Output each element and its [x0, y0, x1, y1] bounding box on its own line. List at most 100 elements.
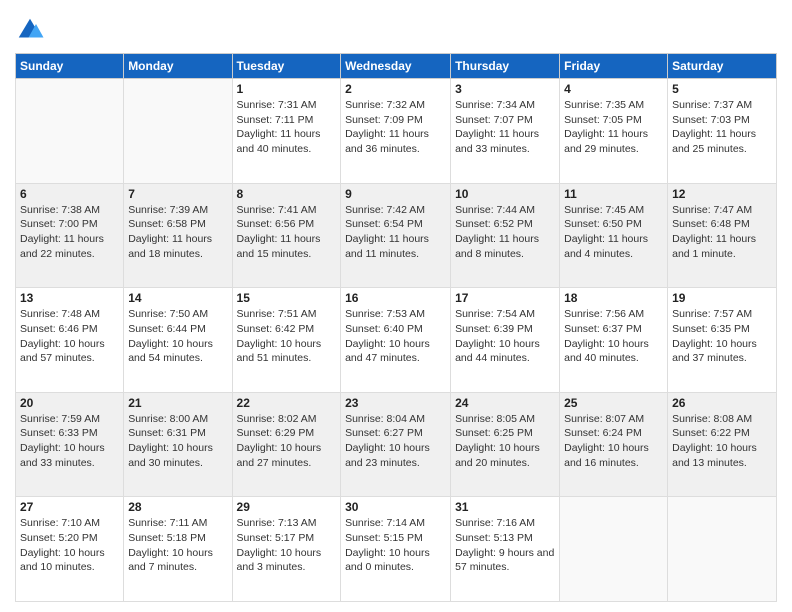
- day-number: 31: [455, 500, 555, 514]
- day-info: Sunrise: 7:48 AM Sunset: 6:46 PM Dayligh…: [20, 307, 119, 366]
- calendar-cell: 31 Sunrise: 7:16 AM Sunset: 5:13 PM Dayli…: [451, 497, 560, 602]
- day-info: Sunrise: 7:14 AM Sunset: 5:15 PM Dayligh…: [345, 516, 446, 575]
- day-info: Sunrise: 8:00 AM Sunset: 6:31 PM Dayligh…: [128, 412, 227, 471]
- calendar-cell: 12 Sunrise: 7:47 AM Sunset: 6:48 PM Dayli…: [668, 183, 777, 288]
- day-number: 14: [128, 291, 227, 305]
- calendar-cell: 10Sunrise: 7:44 AM Sunset: 6:52 PM Dayli…: [451, 183, 560, 288]
- day-info: Sunrise: 8:07 AM Sunset: 6:24 PM Dayligh…: [564, 412, 663, 471]
- day-number: 20: [20, 396, 119, 410]
- day-info: Sunrise: 7:13 AM Sunset: 5:17 PM Dayligh…: [237, 516, 337, 575]
- calendar-cell: [124, 79, 232, 184]
- day-number: 15: [237, 291, 337, 305]
- day-info: Sunrise: 8:02 AM Sunset: 6:29 PM Dayligh…: [237, 412, 337, 471]
- day-number: 2: [345, 82, 446, 96]
- day-number: 5: [672, 82, 772, 96]
- day-number: 11: [564, 187, 663, 201]
- day-info: Sunrise: 7:42 AM Sunset: 6:54 PM Dayligh…: [345, 203, 446, 262]
- day-info: Sunrise: 7:53 AM Sunset: 6:40 PM Dayligh…: [345, 307, 446, 366]
- calendar-cell: [560, 497, 668, 602]
- calendar-cell: 18Sunrise: 7:56 AM Sunset: 6:37 PM Dayli…: [560, 288, 668, 393]
- calendar-week-row: 27 Sunrise: 7:10 AM Sunset: 5:20 PM Dayli…: [16, 497, 777, 602]
- calendar-header-saturday: Saturday: [668, 54, 777, 79]
- calendar-cell: 26 Sunrise: 8:08 AM Sunset: 6:22 PM Dayli…: [668, 392, 777, 497]
- calendar-week-row: 20 Sunrise: 7:59 AM Sunset: 6:33 PM Dayli…: [16, 392, 777, 497]
- day-number: 27: [20, 500, 119, 514]
- day-number: 7: [128, 187, 227, 201]
- day-number: 19: [672, 291, 772, 305]
- day-number: 28: [128, 500, 227, 514]
- day-info: Sunrise: 8:04 AM Sunset: 6:27 PM Dayligh…: [345, 412, 446, 471]
- day-info: Sunrise: 7:47 AM Sunset: 6:48 PM Dayligh…: [672, 203, 772, 262]
- calendar-cell: 6 Sunrise: 7:38 AM Sunset: 7:00 PM Daylig…: [16, 183, 124, 288]
- calendar-cell: 2Sunrise: 7:32 AM Sunset: 7:09 PM Daylig…: [341, 79, 451, 184]
- day-number: 9: [345, 187, 446, 201]
- calendar-cell: 19 Sunrise: 7:57 AM Sunset: 6:35 PM Dayli…: [668, 288, 777, 393]
- calendar-header-thursday: Thursday: [451, 54, 560, 79]
- calendar-cell: 9 Sunrise: 7:42 AM Sunset: 6:54 PM Daylig…: [341, 183, 451, 288]
- calendar-header-sunday: Sunday: [16, 54, 124, 79]
- page-container: SundayMondayTuesdayWednesdayThursdayFrid…: [0, 0, 792, 612]
- logo: [15, 15, 47, 45]
- day-info: Sunrise: 7:51 AM Sunset: 6:42 PM Dayligh…: [237, 307, 337, 366]
- calendar-cell: 1 Sunrise: 7:31 AM Sunset: 7:11 PM Daylig…: [232, 79, 341, 184]
- day-info: Sunrise: 7:41 AM Sunset: 6:56 PM Dayligh…: [237, 203, 337, 262]
- calendar-cell: 5 Sunrise: 7:37 AM Sunset: 7:03 PM Daylig…: [668, 79, 777, 184]
- calendar-cell: 11 Sunrise: 7:45 AM Sunset: 6:50 PM Dayli…: [560, 183, 668, 288]
- calendar-cell: [668, 497, 777, 602]
- day-number: 12: [672, 187, 772, 201]
- day-number: 21: [128, 396, 227, 410]
- day-info: Sunrise: 7:16 AM Sunset: 5:13 PM Dayligh…: [455, 516, 555, 575]
- calendar-cell: 3Sunrise: 7:34 AM Sunset: 7:07 PM Daylig…: [451, 79, 560, 184]
- day-info: Sunrise: 7:56 AM Sunset: 6:37 PM Dayligh…: [564, 307, 663, 366]
- calendar-header-tuesday: Tuesday: [232, 54, 341, 79]
- calendar-cell: 4 Sunrise: 7:35 AM Sunset: 7:05 PM Daylig…: [560, 79, 668, 184]
- day-number: 1: [237, 82, 337, 96]
- day-number: 24: [455, 396, 555, 410]
- calendar-cell: 22 Sunrise: 8:02 AM Sunset: 6:29 PM Dayli…: [232, 392, 341, 497]
- calendar-cell: [16, 79, 124, 184]
- logo-icon: [15, 15, 45, 45]
- day-info: Sunrise: 7:10 AM Sunset: 5:20 PM Dayligh…: [20, 516, 119, 575]
- calendar-cell: 15 Sunrise: 7:51 AM Sunset: 6:42 PM Dayli…: [232, 288, 341, 393]
- day-info: Sunrise: 7:54 AM Sunset: 6:39 PM Dayligh…: [455, 307, 555, 366]
- calendar-week-row: 1 Sunrise: 7:31 AM Sunset: 7:11 PM Daylig…: [16, 79, 777, 184]
- calendar-header-monday: Monday: [124, 54, 232, 79]
- header: [15, 10, 777, 45]
- calendar-cell: 25 Sunrise: 8:07 AM Sunset: 6:24 PM Dayli…: [560, 392, 668, 497]
- day-info: Sunrise: 7:59 AM Sunset: 6:33 PM Dayligh…: [20, 412, 119, 471]
- day-info: Sunrise: 7:35 AM Sunset: 7:05 PM Dayligh…: [564, 98, 663, 157]
- calendar-cell: 14 Sunrise: 7:50 AM Sunset: 6:44 PM Dayli…: [124, 288, 232, 393]
- day-info: Sunrise: 7:31 AM Sunset: 7:11 PM Dayligh…: [237, 98, 337, 157]
- day-number: 8: [237, 187, 337, 201]
- day-number: 26: [672, 396, 772, 410]
- day-number: 29: [237, 500, 337, 514]
- calendar-cell: 7 Sunrise: 7:39 AM Sunset: 6:58 PM Daylig…: [124, 183, 232, 288]
- calendar-cell: 29 Sunrise: 7:13 AM Sunset: 5:17 PM Dayli…: [232, 497, 341, 602]
- calendar-cell: 30 Sunrise: 7:14 AM Sunset: 5:15 PM Dayli…: [341, 497, 451, 602]
- calendar-cell: 13 Sunrise: 7:48 AM Sunset: 6:46 PM Dayli…: [16, 288, 124, 393]
- day-info: Sunrise: 7:38 AM Sunset: 7:00 PM Dayligh…: [20, 203, 119, 262]
- calendar-cell: 28Sunrise: 7:11 AM Sunset: 5:18 PM Dayli…: [124, 497, 232, 602]
- calendar-cell: 17Sunrise: 7:54 AM Sunset: 6:39 PM Dayli…: [451, 288, 560, 393]
- calendar-week-row: 13 Sunrise: 7:48 AM Sunset: 6:46 PM Dayli…: [16, 288, 777, 393]
- day-number: 23: [345, 396, 446, 410]
- calendar-header-friday: Friday: [560, 54, 668, 79]
- day-number: 6: [20, 187, 119, 201]
- day-number: 25: [564, 396, 663, 410]
- day-info: Sunrise: 7:50 AM Sunset: 6:44 PM Dayligh…: [128, 307, 227, 366]
- calendar-week-row: 6 Sunrise: 7:38 AM Sunset: 7:00 PM Daylig…: [16, 183, 777, 288]
- day-info: Sunrise: 7:37 AM Sunset: 7:03 PM Dayligh…: [672, 98, 772, 157]
- calendar-cell: 20 Sunrise: 7:59 AM Sunset: 6:33 PM Dayli…: [16, 392, 124, 497]
- day-number: 13: [20, 291, 119, 305]
- day-info: Sunrise: 7:57 AM Sunset: 6:35 PM Dayligh…: [672, 307, 772, 366]
- calendar-cell: 23 Sunrise: 8:04 AM Sunset: 6:27 PM Dayli…: [341, 392, 451, 497]
- day-number: 22: [237, 396, 337, 410]
- day-number: 30: [345, 500, 446, 514]
- day-number: 16: [345, 291, 446, 305]
- calendar-cell: 16 Sunrise: 7:53 AM Sunset: 6:40 PM Dayli…: [341, 288, 451, 393]
- day-number: 4: [564, 82, 663, 96]
- day-info: Sunrise: 8:08 AM Sunset: 6:22 PM Dayligh…: [672, 412, 772, 471]
- day-info: Sunrise: 7:39 AM Sunset: 6:58 PM Dayligh…: [128, 203, 227, 262]
- day-info: Sunrise: 7:45 AM Sunset: 6:50 PM Dayligh…: [564, 203, 663, 262]
- calendar-header-wednesday: Wednesday: [341, 54, 451, 79]
